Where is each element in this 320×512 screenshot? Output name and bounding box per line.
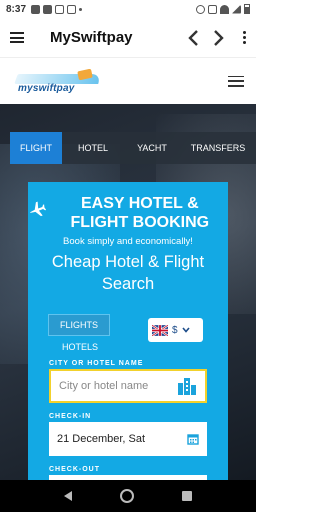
sync-icon: [67, 4, 77, 14]
vibrate-icon: [208, 4, 217, 14]
system-home-icon[interactable]: [120, 489, 134, 503]
facebook-icon-2: [43, 4, 53, 14]
city-input[interactable]: [59, 380, 169, 392]
chevron-down-icon: [181, 327, 190, 333]
instagram-icon: [55, 4, 65, 14]
currency-symbol: $: [172, 324, 178, 336]
site-menu-icon[interactable]: [228, 75, 244, 87]
panel-heading-text: EASY HOTEL & FLIGHT BOOKING: [70, 195, 210, 231]
checkout-label: CHECK-OUT: [49, 466, 100, 473]
drawer-menu-icon[interactable]: [10, 32, 24, 43]
airplane-icon: [30, 201, 46, 217]
status-bar: 8:37: [0, 0, 256, 18]
city-field[interactable]: [49, 369, 207, 403]
checkin-value: 21 December, Sat: [57, 433, 146, 445]
checkin-label: CHECK-IN: [49, 413, 92, 420]
language-currency-select[interactable]: $: [148, 318, 203, 342]
facebook-icon: [31, 4, 41, 14]
system-back-icon[interactable]: [64, 491, 72, 501]
myswiftpay-logo[interactable]: myswiftpay: [12, 66, 102, 96]
site-header: myswiftpay: [0, 58, 256, 104]
checkin-field[interactable]: 21 December, Sat: [49, 422, 207, 456]
status-time: 8:37: [6, 3, 27, 15]
back-chevron-icon[interactable]: [187, 29, 199, 47]
uk-flag-icon: [152, 324, 168, 336]
calendar-icon[interactable]: [187, 433, 199, 445]
tab-yacht[interactable]: YACHT: [124, 132, 180, 164]
search-mode-tabs: FLIGHTS HOTELS: [48, 314, 110, 355]
app-bar-actions: [187, 29, 246, 47]
tab-hotel[interactable]: HOTEL: [62, 132, 124, 164]
city-buildings-icon: [178, 378, 196, 395]
system-recents-icon[interactable]: [182, 491, 192, 501]
tab-transfers[interactable]: TRANSFERS: [180, 132, 256, 164]
more-notifications-icon: [79, 7, 83, 11]
tab-hotels[interactable]: HOTELS: [48, 339, 110, 355]
tagline: Book simply and economically!: [63, 236, 193, 247]
city-label: CITY OR HOTEL NAME: [49, 360, 144, 367]
battery-icon: [244, 4, 250, 14]
system-nav-bar: [0, 480, 256, 512]
logo-text: myswiftpay: [18, 83, 75, 94]
tab-flight[interactable]: FLIGHT: [10, 132, 62, 164]
app-title: MySwiftpay: [50, 29, 133, 46]
booking-type-tabs: FLIGHT HOTEL YACHT TRANSFERS: [10, 132, 256, 164]
tab-flights[interactable]: FLIGHTS: [48, 314, 110, 336]
overflow-menu-icon[interactable]: [243, 31, 246, 44]
hero-section: FLIGHT HOTEL YACHT TRANSFERS EASY HOTEL …: [0, 104, 256, 480]
signal-icon: [232, 4, 241, 14]
panel-heading: EASY HOTEL & FLIGHT BOOKING: [28, 182, 228, 232]
forward-chevron-icon[interactable]: [213, 29, 225, 47]
notification-icons: [31, 4, 83, 14]
search-panel: EASY HOTEL & FLIGHT BOOKING Book simply …: [28, 182, 228, 480]
wifi-icon: [220, 4, 229, 14]
search-title: Cheap Hotel & Flight Search: [51, 253, 205, 293]
app-bar: MySwiftpay: [0, 18, 256, 58]
hotspot-icon: [196, 4, 205, 14]
system-icons: [196, 4, 250, 14]
